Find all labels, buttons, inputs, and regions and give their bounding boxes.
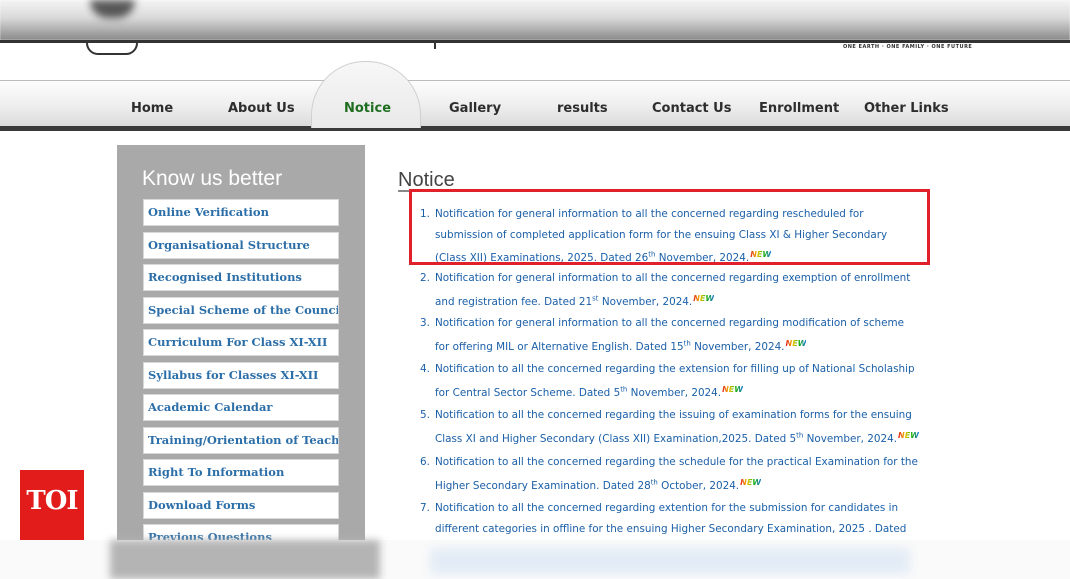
notice-item-2[interactable]: 2. Notification for general information … (420, 268, 920, 312)
sidebar-item-right-to-information[interactable]: Right To Information (143, 459, 339, 486)
nav-about-us[interactable]: About Us (228, 101, 295, 116)
nav-contact-us[interactable]: Contact Us (652, 101, 731, 116)
sidebar-item-online-verification[interactable]: Online Verification (143, 199, 339, 226)
nav-home[interactable]: Home (131, 101, 173, 116)
nav-enrollment[interactable]: Enrollment (759, 101, 839, 116)
date-suffix: th (683, 339, 691, 348)
notice-number: 5. (420, 409, 430, 421)
notice-number: 3. (420, 317, 430, 329)
sidebar-item-curriculum[interactable]: Curriculum For Class XI-XII (143, 329, 339, 356)
sidebar-item-organisational-structure[interactable]: Organisational Structure (143, 232, 339, 259)
notice-text: Notification for general information to … (435, 317, 905, 353)
notice-number: 2. (420, 272, 430, 284)
sidebar-item-syllabus[interactable]: Syllabus for Classes XI-XII (143, 362, 339, 389)
notice-date: November, 2024. (690, 340, 785, 353)
date-suffix: th (650, 478, 658, 487)
notice-item-5[interactable]: 5. Notification to all the concerned reg… (420, 405, 920, 449)
new-badge-icon: NEW (898, 430, 919, 440)
sidebar-item-download-forms[interactable]: Download Forms (143, 492, 339, 519)
notice-number: 6. (420, 456, 430, 468)
bottom-blur-band (0, 540, 1070, 579)
sidebar-item-special-scheme[interactable]: Special Scheme of the Council (143, 297, 339, 324)
nav-other-links[interactable]: Other Links (864, 101, 949, 116)
header-motto: ONE EARTH · ONE FAMILY · ONE FUTURE (843, 44, 973, 50)
header-divider (434, 43, 436, 49)
emblem-fragment (90, 0, 135, 18)
top-header-band (0, 0, 1070, 40)
blurred-content-fragment (430, 548, 910, 574)
sidebar-item-recognised-institutions[interactable]: Recognised Institutions (143, 264, 339, 291)
nav-gallery[interactable]: Gallery (449, 101, 501, 116)
notice-date: October, 2024. (657, 479, 740, 492)
notice-date: November, 2024. (803, 432, 898, 445)
notice-item-6[interactable]: 6. Notification to all the concerned reg… (420, 452, 920, 496)
council-emblem (86, 43, 138, 55)
new-badge-icon: NEW (740, 477, 762, 487)
sidebar-item-training-orientation[interactable]: Training/Orientation of Teachers (143, 427, 339, 454)
notice-date: November, 2024. (627, 386, 722, 399)
blurred-sidebar-fragment (110, 540, 380, 579)
sidebar-item-academic-calendar[interactable]: Academic Calendar (143, 394, 339, 421)
nav-notice[interactable]: Notice (344, 101, 391, 116)
notice-item-4[interactable]: 4. Notification to all the concerned reg… (420, 359, 920, 403)
sidebar-title: Know us better (142, 167, 283, 190)
brand-strip: ONE EARTH · ONE FAMILY · ONE FUTURE (0, 40, 1070, 83)
main-nav: Home About Us Notice Gallery results Con… (0, 61, 1070, 131)
notice-date: November, 2024. (598, 295, 693, 308)
new-badge-icon: NEW (785, 338, 807, 348)
notice-number: 7. (420, 502, 430, 514)
notice-number: 4. (420, 363, 430, 375)
new-badge-icon: NEW (693, 293, 715, 303)
toi-logo: TOI (20, 470, 84, 540)
new-badge-icon: NEW (722, 384, 744, 394)
highlight-box (409, 189, 930, 265)
notice-item-3[interactable]: 3. Notification for general information … (420, 313, 920, 357)
nav-results[interactable]: results (557, 101, 608, 116)
sidebar: Know us better Online Verification Organ… (117, 145, 365, 551)
